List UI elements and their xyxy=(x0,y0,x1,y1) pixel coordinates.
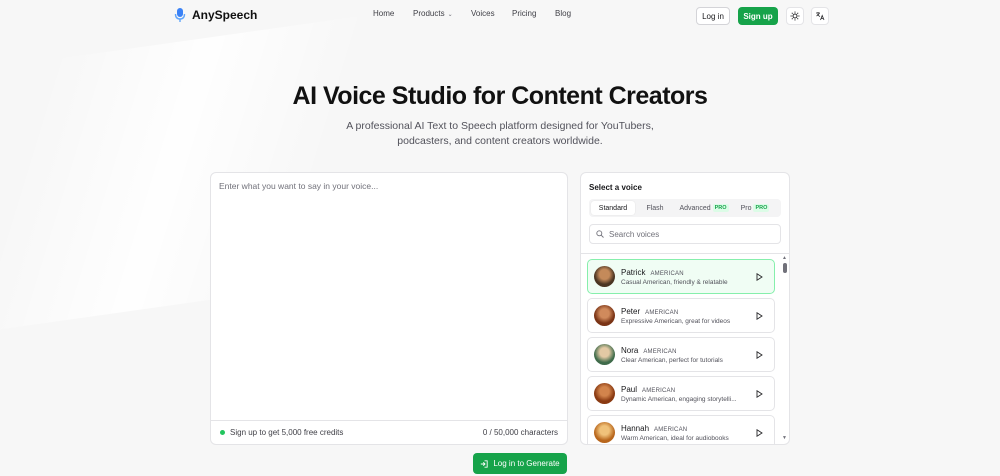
nav-blog-link[interactable]: Blog xyxy=(555,9,571,18)
generate-label: Log in to Generate xyxy=(493,459,560,468)
voice-search-input[interactable]: Search voices xyxy=(589,224,781,244)
divider xyxy=(581,253,789,254)
voice-card-patrick[interactable]: Patrick AMERICAN Casual American, friend… xyxy=(587,259,775,294)
play-preview-button[interactable] xyxy=(750,346,768,364)
voice-description: Warm American, ideal for audiobooks xyxy=(621,434,729,442)
nav-pricing-link[interactable]: Pricing xyxy=(512,9,536,18)
tab-pro[interactable]: Pro PRO xyxy=(733,201,777,215)
search-icon xyxy=(596,230,604,238)
voice-name: Patrick xyxy=(621,267,646,277)
tab-flash[interactable]: Flash xyxy=(635,201,675,215)
nav-products-label: Products xyxy=(413,9,445,18)
character-count: 0 / 50,000 characters xyxy=(482,428,558,437)
avatar xyxy=(594,422,615,443)
play-icon xyxy=(756,390,763,398)
voice-name: Hannah xyxy=(621,423,650,433)
brand-logo[interactable]: AnySpeech xyxy=(174,7,257,23)
avatar xyxy=(594,383,615,404)
status-dot xyxy=(220,430,225,435)
tab-advanced[interactable]: Advanced PRO xyxy=(675,201,733,215)
play-preview-button[interactable] xyxy=(750,307,768,325)
voice-accent: AMERICAN xyxy=(654,426,688,433)
generate-button[interactable]: Log in to Generate xyxy=(473,453,567,474)
signup-promo-text: Sign up to get 5,000 free credits xyxy=(230,428,344,437)
play-preview-button[interactable] xyxy=(750,385,768,403)
tab-advanced-label: Advanced xyxy=(679,204,711,212)
avatar xyxy=(594,344,615,365)
voice-description: Expressive American, great for videos xyxy=(621,317,731,325)
play-icon xyxy=(756,351,763,359)
page-title: AI Voice Studio for Content Creators xyxy=(292,82,708,110)
nav-home-link[interactable]: Home xyxy=(373,9,394,18)
voice-card-hannah[interactable]: Hannah AMERICAN Warm American, ideal for… xyxy=(587,415,775,444)
voice-description: Casual American, friendly & relatable xyxy=(621,278,728,286)
page-subtitle: A professional AI Text to Speech platfor… xyxy=(346,120,654,147)
voice-accent: AMERICAN xyxy=(642,387,676,394)
search-placeholder: Search voices xyxy=(609,229,660,239)
translate-icon xyxy=(816,12,825,21)
play-preview-button[interactable] xyxy=(750,424,768,442)
voice-accent: AMERICAN xyxy=(643,348,677,355)
voice-accent: AMERICAN xyxy=(645,309,679,316)
login-icon xyxy=(481,459,489,468)
voice-tier-tabs: Standard Flash Advanced PRO Pro PRO xyxy=(589,199,781,217)
tab-pro-label: Pro xyxy=(740,204,752,212)
login-button[interactable]: Log in xyxy=(696,7,730,25)
nav-products-menu[interactable]: Products ⌄ xyxy=(413,9,453,18)
brand-name: AnySpeech xyxy=(192,8,258,22)
voice-description: Clear American, perfect for tutorials xyxy=(621,356,723,364)
chevron-down-icon: ⌄ xyxy=(447,12,453,18)
scroll-down-arrow-icon[interactable]: ▼ xyxy=(782,435,787,441)
theme-toggle-button[interactable] xyxy=(786,7,804,25)
voice-card-peter[interactable]: Peter AMERICAN Expressive American, grea… xyxy=(587,298,775,333)
scroll-up-arrow-icon[interactable]: ▲ xyxy=(782,255,787,261)
voice-description: Dynamic American, engaging storytelli... xyxy=(621,395,737,403)
top-navbar: AnySpeech Home Products ⌄ Voices Pricing … xyxy=(0,0,1000,32)
voice-name: Nora xyxy=(621,345,639,355)
scrollbar-thumb[interactable] xyxy=(783,263,787,273)
pro-badge: PRO xyxy=(753,204,770,212)
tab-standard[interactable]: Standard xyxy=(591,201,635,215)
play-icon xyxy=(756,312,763,320)
voice-panel-title: Select a voice xyxy=(589,183,642,192)
play-icon xyxy=(756,273,763,281)
microphone-icon xyxy=(174,8,186,22)
nav-voices-link[interactable]: Voices xyxy=(471,9,495,18)
voice-name: Peter xyxy=(621,306,641,316)
avatar xyxy=(594,266,615,287)
sun-icon xyxy=(790,11,800,21)
signup-button[interactable]: Sign up xyxy=(738,7,778,25)
play-icon xyxy=(756,429,763,437)
voice-list-scrollbar[interactable]: ▲ ▼ xyxy=(782,255,787,441)
avatar xyxy=(594,305,615,326)
text-editor-panel: Enter what you want to say in your voice… xyxy=(210,172,568,445)
voice-card-nora[interactable]: Nora AMERICAN Clear American, perfect fo… xyxy=(587,337,775,372)
play-preview-button[interactable] xyxy=(750,268,768,286)
language-button[interactable] xyxy=(811,7,829,25)
voice-accent: AMERICAN xyxy=(650,270,684,277)
voice-card-paul[interactable]: Paul AMERICAN Dynamic American, engaging… xyxy=(587,376,775,411)
pro-badge: PRO xyxy=(712,204,729,212)
text-input[interactable]: Enter what you want to say in your voice… xyxy=(219,181,559,411)
voice-name: Paul xyxy=(621,384,638,394)
editor-footer: Sign up to get 5,000 free credits 0 / 50… xyxy=(211,420,567,444)
voice-selector-panel: Select a voice Standard Flash Advanced P… xyxy=(580,172,790,445)
